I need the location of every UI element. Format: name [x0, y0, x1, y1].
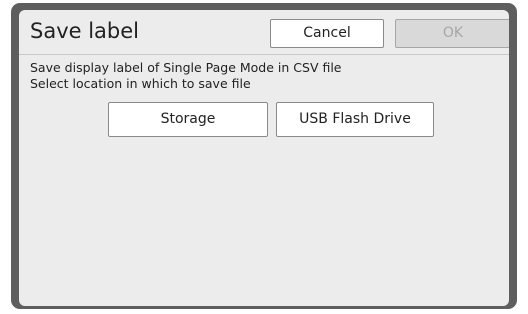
dialog-message: Save display label of Single Page Mode i…: [30, 60, 342, 92]
cancel-button[interactable]: Cancel: [270, 19, 384, 48]
dialog-title: Save label: [30, 19, 140, 43]
ok-button[interactable]: OK: [395, 19, 509, 48]
usb-flash-drive-button[interactable]: USB Flash Drive: [276, 102, 434, 137]
message-line-1: Save display label of Single Page Mode i…: [30, 60, 342, 75]
message-line-2: Select location in which to save file: [30, 76, 251, 91]
save-label-dialog: Save label Cancel OK Save display label …: [19, 10, 509, 306]
dialog-header: Save label Cancel OK: [19, 10, 509, 55]
storage-button[interactable]: Storage: [108, 102, 268, 137]
